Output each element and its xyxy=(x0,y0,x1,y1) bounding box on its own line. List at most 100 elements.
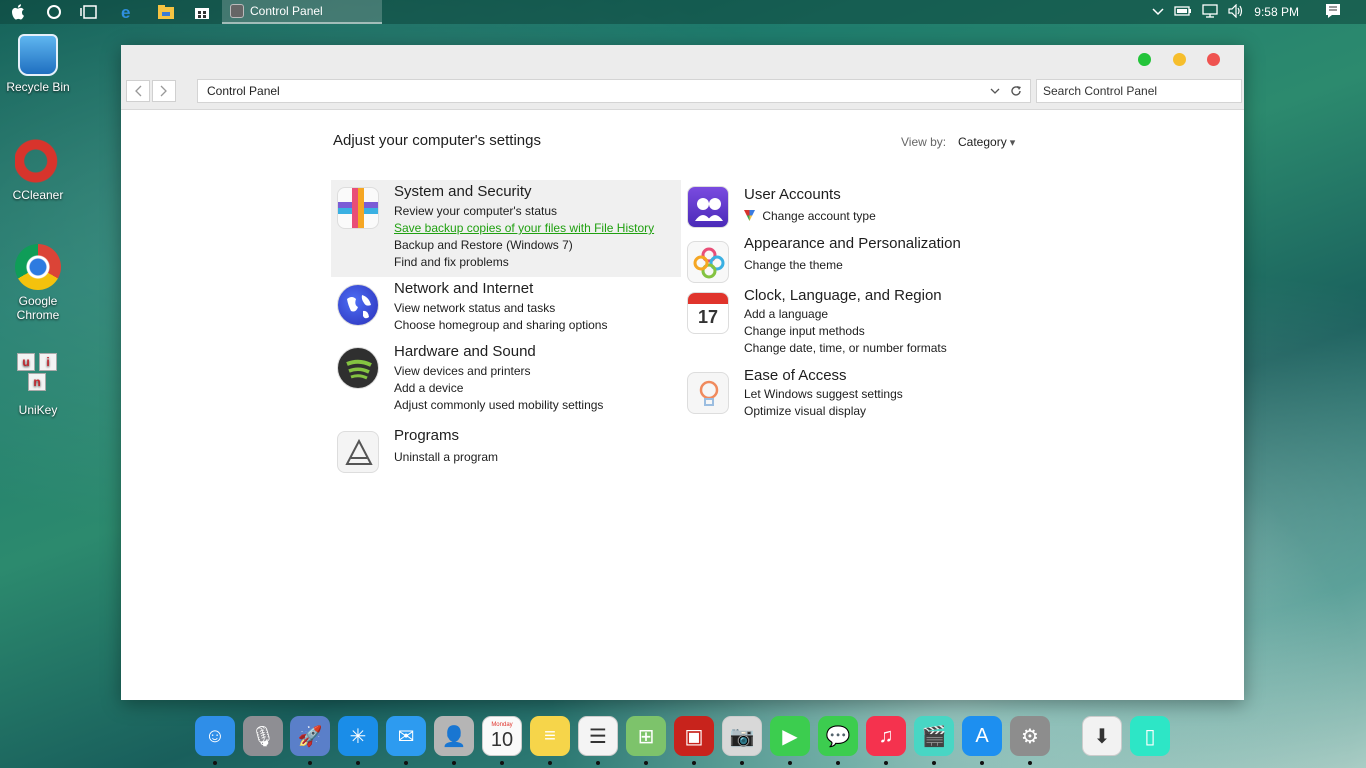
category-title[interactable]: Clock, Language, and Region xyxy=(744,287,942,304)
dock-running-indicator xyxy=(644,761,648,765)
appearance-icon[interactable] xyxy=(687,241,729,283)
category-link[interactable]: Save backup copies of your files with Fi… xyxy=(394,221,654,235)
category-link[interactable]: Adjust commonly used mobility settings xyxy=(394,398,603,412)
desktop-icon-ccleaner[interactable]: CCleaner xyxy=(0,138,76,202)
close-button[interactable] xyxy=(1207,53,1220,66)
category-programs: Programs Uninstall a program xyxy=(331,424,681,476)
calendar-dock-icon[interactable]: Monday 10 xyxy=(482,716,522,756)
category-title[interactable]: Hardware and Sound xyxy=(394,343,536,360)
dock-running-indicator xyxy=(452,761,456,765)
facetime-icon[interactable]: ▶ xyxy=(770,716,810,756)
category-title[interactable]: Appearance and Personalization xyxy=(744,235,961,252)
imovie-icon[interactable]: 🎬 xyxy=(914,716,954,756)
notification-icon[interactable] xyxy=(1325,3,1341,22)
photo-booth-icon[interactable]: ▣ xyxy=(674,716,714,756)
launchpad-icon[interactable]: 🚀 xyxy=(290,716,330,756)
camera-icon[interactable]: 📷 xyxy=(722,716,762,756)
desktop-icon-recycle-bin[interactable]: Recycle Bin xyxy=(0,34,76,94)
dock-running-indicator xyxy=(980,761,984,765)
user-accounts-icon[interactable] xyxy=(687,186,729,228)
calendar-icon[interactable]: 17 xyxy=(687,292,729,334)
category-link[interactable]: Choose homegroup and sharing options xyxy=(394,318,607,332)
title-bar[interactable]: Control Panel xyxy=(121,45,1244,110)
file-explorer-icon[interactable] xyxy=(157,3,175,21)
category-link-label: Change account type xyxy=(762,209,876,223)
category-link[interactable]: Find and fix problems xyxy=(394,255,509,269)
app-store-icon[interactable]: A xyxy=(962,716,1002,756)
store-icon[interactable] xyxy=(193,3,211,21)
category-title[interactable]: Network and Internet xyxy=(394,280,533,297)
category-link-with-shield[interactable]: Change account type xyxy=(744,209,876,223)
task-view-icon[interactable] xyxy=(80,3,98,21)
category-link[interactable]: Let Windows suggest settings xyxy=(744,387,903,401)
mail-icon[interactable]: ✉ xyxy=(386,716,426,756)
view-by-dropdown[interactable]: Category xyxy=(958,135,1015,149)
finder-icon[interactable]: ☺ xyxy=(195,716,235,756)
category-link[interactable]: View devices and printers xyxy=(394,364,531,378)
cortana-icon[interactable] xyxy=(45,3,63,21)
edge-icon[interactable]: e xyxy=(119,3,137,21)
desktop-icon-label: Recycle Bin xyxy=(6,80,70,94)
system-security-icon[interactable] xyxy=(337,187,379,229)
category-user-accounts: User Accounts Change account type xyxy=(681,180,1041,232)
maximize-button[interactable] xyxy=(1138,53,1151,66)
page-title: Adjust your computer's settings xyxy=(333,132,541,149)
desktop-icon-unikey[interactable]: u i n UniKey xyxy=(0,353,76,417)
address-bar[interactable]: Control Panel xyxy=(197,79,1031,103)
category-link[interactable]: Add a device xyxy=(394,381,463,395)
chrome-icon xyxy=(15,244,61,290)
category-link[interactable]: Backup and Restore (Windows 7) xyxy=(394,238,573,252)
hardware-sound-icon[interactable] xyxy=(337,347,379,389)
category-title[interactable]: Ease of Access xyxy=(744,367,847,384)
chevron-up-icon[interactable] xyxy=(1152,5,1164,19)
volume-icon[interactable] xyxy=(1228,3,1244,21)
dock-running-indicator xyxy=(836,761,840,765)
taskbar-app-control-panel[interactable]: Control Panel xyxy=(222,0,382,24)
category-link[interactable]: Change date, time, or number formats xyxy=(744,341,947,355)
dock-running-indicator xyxy=(932,761,936,765)
shield-icon xyxy=(744,210,755,221)
ease-of-access-icon[interactable] xyxy=(687,372,729,414)
category-link[interactable]: Optimize visual display xyxy=(744,404,866,418)
battery-icon[interactable] xyxy=(1174,5,1192,20)
category-title[interactable]: Programs xyxy=(394,427,459,444)
desktop-icon-google-chrome[interactable]: Google Chrome xyxy=(0,244,76,322)
clock[interactable]: 9:58 PM xyxy=(1254,5,1299,19)
network-internet-icon[interactable] xyxy=(337,284,379,326)
music-icon[interactable]: ♫ xyxy=(866,716,906,756)
category-title[interactable]: System and Security xyxy=(394,183,532,200)
network-icon[interactable] xyxy=(1202,3,1218,21)
downloads-icon[interactable]: ⬇ xyxy=(1082,716,1122,756)
maps-icon[interactable]: ⊞ xyxy=(626,716,666,756)
category-link[interactable]: View network status and tasks xyxy=(394,301,555,315)
category-link[interactable]: Review your computer's status xyxy=(394,204,557,218)
forward-button[interactable] xyxy=(152,80,176,102)
minimize-button[interactable] xyxy=(1173,53,1186,66)
category-title[interactable]: User Accounts xyxy=(744,186,841,203)
contacts-icon[interactable]: 👤 xyxy=(434,716,474,756)
dock-running-indicator xyxy=(500,761,504,765)
back-button[interactable] xyxy=(126,80,150,102)
dock-running-indicator xyxy=(1028,761,1032,765)
safari-icon[interactable]: ✳ xyxy=(338,716,378,756)
chevron-down-icon[interactable] xyxy=(990,80,1000,104)
category-link[interactable]: Change input methods xyxy=(744,324,865,338)
category-link[interactable]: Add a language xyxy=(744,307,828,321)
apple-icon[interactable] xyxy=(9,3,27,21)
notes-icon[interactable]: ≡ xyxy=(530,716,570,756)
system-preferences-icon[interactable]: ⚙ xyxy=(1010,716,1050,756)
search-input[interactable] xyxy=(1036,79,1242,103)
address-text: Control Panel xyxy=(207,84,280,98)
category-link[interactable]: Uninstall a program xyxy=(394,450,498,464)
reminders-icon[interactable]: ☰ xyxy=(578,716,618,756)
dock-running-indicator xyxy=(788,761,792,765)
dock-running-indicator xyxy=(884,761,888,765)
category-network-internet: Network and Internet View network status… xyxy=(331,277,681,339)
siri-icon[interactable]: 🎙 xyxy=(243,716,283,756)
refresh-icon[interactable] xyxy=(1010,80,1022,104)
category-link[interactable]: Change the theme xyxy=(744,258,843,272)
messages-icon[interactable]: 💬 xyxy=(818,716,858,756)
document-icon[interactable]: ▯ xyxy=(1130,716,1170,756)
programs-icon[interactable] xyxy=(337,431,379,473)
category-appearance-personalization: Appearance and Personalization Change th… xyxy=(681,235,1041,285)
